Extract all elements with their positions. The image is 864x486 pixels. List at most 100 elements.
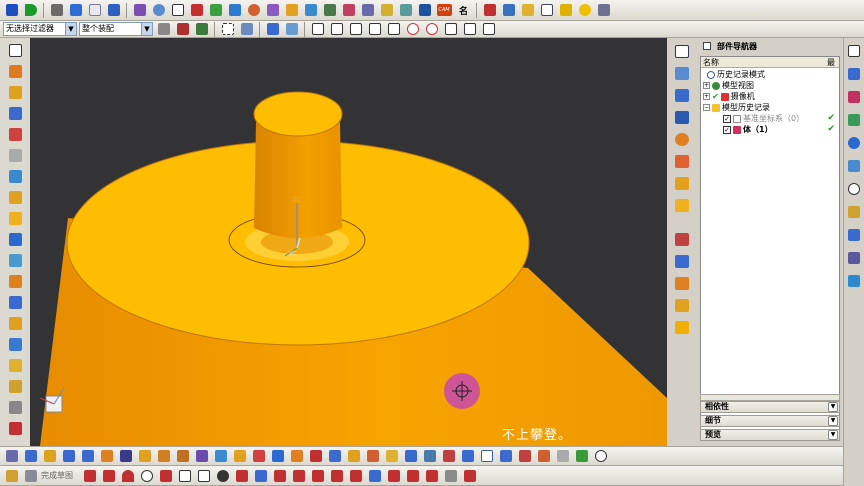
replace-face-icon[interactable] — [6, 335, 24, 353]
shape-icon[interactable] — [226, 2, 243, 19]
show-constraints-icon[interactable] — [423, 467, 440, 484]
snap-intersect-icon[interactable] — [385, 21, 402, 38]
collapse-icon[interactable]: − — [703, 104, 710, 111]
assembly-navigator-tab-icon[interactable] — [846, 65, 863, 82]
finish-sketch-label[interactable]: 完成草图 — [41, 470, 73, 481]
delete-icon[interactable] — [6, 419, 24, 437]
snap-line-icon[interactable] — [328, 21, 345, 38]
move-face-icon[interactable] — [6, 377, 24, 395]
cam-icon[interactable]: CAM — [435, 2, 453, 19]
rotate-icon[interactable] — [673, 130, 692, 148]
line-icon[interactable] — [100, 467, 117, 484]
constraint-icon[interactable] — [366, 467, 383, 484]
hide-icon[interactable] — [673, 274, 692, 292]
extend-curve-icon[interactable] — [290, 467, 307, 484]
dimension-icon[interactable]: 名 — [455, 2, 472, 19]
convert-ref-icon[interactable] — [442, 467, 459, 484]
trim-curve-icon[interactable] — [271, 467, 288, 484]
sphere-icon[interactable] — [245, 2, 262, 19]
system-scenes-tab-icon[interactable] — [846, 272, 863, 289]
pad-icon[interactable] — [6, 209, 24, 227]
sew-icon[interactable] — [6, 398, 24, 416]
point-sketch-icon[interactable] — [214, 467, 231, 484]
mirror-icon[interactable] — [6, 251, 24, 269]
layer-icon[interactable] — [673, 230, 692, 248]
intersect-icon[interactable] — [307, 448, 324, 465]
spline-icon[interactable] — [233, 467, 250, 484]
pocket-icon[interactable] — [193, 448, 210, 465]
tree-row-datum-csys[interactable]: ✓ 基准坐标系（0） ✔ — [723, 113, 839, 124]
expand-icon[interactable]: + — [703, 93, 710, 100]
arrow-left-icon[interactable] — [60, 448, 77, 465]
reuse-library-tab-icon[interactable] — [846, 111, 863, 128]
text-icon[interactable] — [595, 2, 612, 19]
tree-row-body[interactable]: ✓ 体（1） ✔ — [723, 124, 839, 135]
cube-select-icon[interactable] — [264, 21, 281, 38]
wrap-icon[interactable] — [554, 448, 571, 465]
subtract-icon[interactable] — [288, 448, 305, 465]
sketch-icon[interactable] — [3, 448, 20, 465]
snap-point-icon[interactable] — [442, 21, 459, 38]
snap-end-icon[interactable] — [309, 21, 326, 38]
fillet-icon[interactable] — [157, 467, 174, 484]
view-right-icon[interactable] — [673, 64, 692, 82]
hexagon-icon[interactable] — [478, 448, 495, 465]
window-icon[interactable] — [538, 2, 555, 19]
box-select-icon[interactable] — [219, 21, 236, 38]
split-icon[interactable] — [6, 314, 24, 332]
checkbox[interactable]: ✓ — [723, 125, 731, 134]
feature-icon[interactable] — [283, 2, 300, 19]
corner-icon[interactable] — [309, 467, 326, 484]
shell-icon[interactable] — [378, 2, 395, 19]
thread-icon[interactable] — [516, 448, 533, 465]
sketch-plane-icon[interactable] — [22, 448, 39, 465]
box-icon[interactable] — [6, 356, 24, 374]
snap-bound-icon[interactable] — [480, 21, 497, 38]
assembly-select[interactable]: 整个装配 ▼ — [79, 22, 153, 36]
pattern-face-icon[interactable] — [497, 448, 514, 465]
wave-icon[interactable] — [500, 2, 517, 19]
deselect-icon[interactable] — [174, 21, 191, 38]
emboss-icon[interactable] — [326, 448, 343, 465]
col-header-latest[interactable]: 最 — [825, 57, 839, 68]
show-icon[interactable] — [673, 296, 692, 314]
section-preview[interactable]: 预览 ▼ — [700, 429, 840, 441]
select-icon[interactable] — [155, 21, 172, 38]
grid-icon[interactable] — [188, 2, 205, 19]
rectangle-icon[interactable] — [176, 467, 193, 484]
offset-icon[interactable] — [6, 272, 24, 290]
curve-icon[interactable] — [207, 2, 224, 19]
snap-icon[interactable] — [169, 2, 186, 19]
inch-mm-icon[interactable] — [481, 2, 498, 19]
cylinder-icon[interactable] — [6, 146, 24, 164]
snap-center-icon[interactable] — [404, 21, 421, 38]
snap-curve-icon[interactable] — [366, 21, 383, 38]
draft-icon[interactable] — [397, 2, 414, 19]
polygon-icon[interactable] — [195, 467, 212, 484]
col-header-name[interactable]: 名称 — [701, 57, 825, 68]
section-details[interactable]: 细节 ▼ — [700, 415, 840, 427]
moon-icon[interactable] — [576, 2, 593, 19]
cone-icon[interactable] — [174, 448, 191, 465]
pencil-icon[interactable] — [98, 448, 115, 465]
offset-curve-icon[interactable] — [252, 467, 269, 484]
block-icon[interactable] — [136, 448, 153, 465]
new-sheet-icon[interactable] — [6, 41, 24, 59]
folder-icon[interactable] — [519, 2, 536, 19]
pan-icon[interactable] — [673, 152, 692, 170]
trim-body-icon[interactable] — [459, 448, 476, 465]
navigator-tree[interactable]: 名称 最 历史记录模式 + 模型视图 + ✔ 摄像机 − 模型历史记录 ✓ 基准… — [700, 56, 840, 430]
extract-icon[interactable] — [440, 448, 457, 465]
unite-icon[interactable] — [269, 448, 286, 465]
extrude-icon[interactable] — [6, 83, 24, 101]
arc-icon[interactable] — [119, 467, 136, 484]
view-front-icon[interactable] — [673, 42, 692, 60]
blend-icon[interactable] — [302, 2, 319, 19]
tree-row-model-views[interactable]: + 模型视图 — [703, 80, 754, 91]
web-browser-tab-icon[interactable] — [846, 134, 863, 151]
checkbox[interactable]: ✓ — [723, 114, 731, 123]
rib-icon[interactable] — [6, 230, 24, 248]
instance-icon[interactable] — [421, 448, 438, 465]
mesh-icon[interactable] — [321, 2, 338, 19]
view-top-icon[interactable] — [673, 86, 692, 104]
